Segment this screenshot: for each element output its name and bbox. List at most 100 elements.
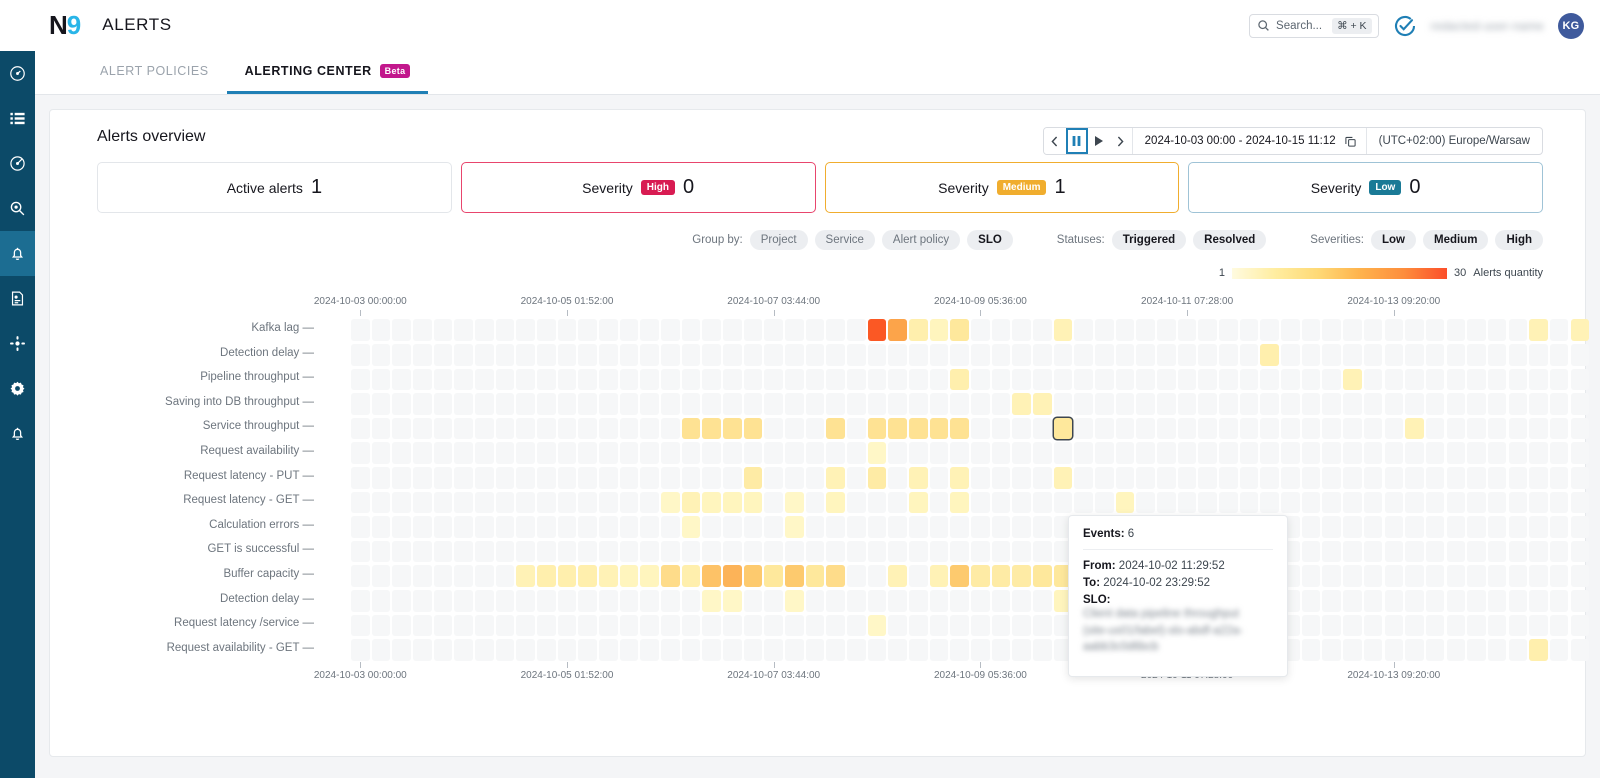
pause-button[interactable] bbox=[1065, 128, 1088, 154]
heatmap-cell-active[interactable] bbox=[909, 417, 928, 440]
heatmap-cell-active[interactable] bbox=[1405, 417, 1424, 440]
heatmap-cell-empty[interactable] bbox=[1487, 466, 1507, 489]
heatmap-cell-empty[interactable] bbox=[826, 614, 845, 637]
heatmap-cell-empty[interactable] bbox=[743, 589, 763, 612]
heatmap-cell-empty[interactable] bbox=[454, 614, 473, 637]
heatmap-cell-empty[interactable] bbox=[805, 589, 825, 612]
heatmap-cell-empty[interactable] bbox=[1343, 343, 1362, 366]
heatmap-cell-empty[interactable] bbox=[681, 368, 701, 391]
heatmap-cell-empty[interactable] bbox=[1570, 466, 1590, 489]
heatmap-cell-empty[interactable] bbox=[971, 319, 990, 341]
heatmap-cell-empty[interactable] bbox=[640, 343, 659, 366]
heatmap-cell-active[interactable] bbox=[723, 589, 742, 612]
heatmap-cell-empty[interactable] bbox=[619, 614, 639, 637]
heatmap-cell-empty[interactable] bbox=[805, 516, 825, 538]
heatmap-cell-empty[interactable] bbox=[475, 368, 494, 391]
heatmap-cell-empty[interactable] bbox=[950, 639, 970, 661]
heatmap-cell-empty[interactable] bbox=[929, 491, 949, 514]
heatmap-cell-empty[interactable] bbox=[1549, 639, 1569, 661]
heatmap-cell-empty[interactable] bbox=[433, 319, 453, 341]
heatmap-cell-empty[interactable] bbox=[1322, 491, 1342, 514]
heatmap-cell-empty[interactable] bbox=[351, 639, 370, 661]
heatmap-cell-empty[interactable] bbox=[929, 516, 949, 538]
heatmap-cell-empty[interactable] bbox=[1425, 343, 1445, 366]
heatmap-cell-empty[interactable] bbox=[619, 368, 639, 391]
heatmap-cell-empty[interactable] bbox=[867, 343, 887, 366]
heatmap-cell-empty[interactable] bbox=[1549, 565, 1569, 587]
heatmap-cell-empty[interactable] bbox=[371, 565, 391, 587]
heatmap-cell-empty[interactable] bbox=[1446, 319, 1466, 341]
heatmap-cell-active[interactable] bbox=[578, 565, 597, 587]
heatmap-cell-empty[interactable] bbox=[1467, 319, 1486, 341]
heatmap-cell-empty[interactable] bbox=[557, 319, 577, 341]
heatmap-cell-empty[interactable] bbox=[537, 442, 556, 464]
heatmap-cell-active[interactable] bbox=[516, 565, 535, 587]
heatmap-cell-empty[interactable] bbox=[1425, 466, 1445, 489]
heatmap-cell-empty[interactable] bbox=[847, 393, 866, 415]
heatmap-cell-empty[interactable] bbox=[1219, 417, 1238, 440]
heatmap-cell-empty[interactable] bbox=[578, 639, 597, 661]
heatmap-cell-empty[interactable] bbox=[1363, 368, 1383, 391]
heatmap-cell-empty[interactable] bbox=[1281, 491, 1300, 514]
heatmap-cell-empty[interactable] bbox=[1157, 319, 1176, 341]
heatmap-cell-empty[interactable] bbox=[1115, 417, 1135, 440]
heatmap-cell-empty[interactable] bbox=[1012, 417, 1032, 440]
heatmap-cell-empty[interactable] bbox=[1157, 442, 1176, 464]
heatmap-cell-empty[interactable] bbox=[723, 393, 742, 415]
heatmap-cell-empty[interactable] bbox=[971, 614, 990, 637]
heatmap-cell-empty[interactable] bbox=[1363, 589, 1383, 612]
heatmap-cell-empty[interactable] bbox=[599, 343, 618, 366]
heatmap-cell-empty[interactable] bbox=[867, 565, 887, 587]
heatmap-cell-empty[interactable] bbox=[1467, 540, 1486, 563]
heatmap-cell-active[interactable] bbox=[909, 466, 928, 489]
heatmap-cell-empty[interactable] bbox=[826, 442, 845, 464]
heatmap-cell-empty[interactable] bbox=[1384, 319, 1404, 341]
heatmap-cell-empty[interactable] bbox=[557, 343, 577, 366]
heatmap-cell-empty[interactable] bbox=[495, 589, 515, 612]
heatmap-cell-empty[interactable] bbox=[537, 393, 556, 415]
heatmap-cell-empty[interactable] bbox=[1322, 343, 1342, 366]
heatmap-cell-active[interactable] bbox=[743, 565, 763, 587]
heatmap-cell-empty[interactable] bbox=[475, 614, 494, 637]
heatmap-cell-empty[interactable] bbox=[1446, 516, 1466, 538]
app-logo[interactable]: N9 bbox=[49, 10, 81, 40]
heatmap-cell-empty[interactable] bbox=[578, 319, 597, 341]
heatmap-cell-empty[interactable] bbox=[1384, 540, 1404, 563]
heatmap-cell-empty[interactable] bbox=[1301, 442, 1321, 464]
next-period-button[interactable] bbox=[1109, 128, 1132, 154]
search-input[interactable]: Search... ⌘ + K bbox=[1249, 13, 1379, 38]
heatmap-cell-empty[interactable] bbox=[1281, 417, 1300, 440]
heatmap-cell-empty[interactable] bbox=[847, 491, 866, 514]
heatmap-cell-empty[interactable] bbox=[640, 417, 659, 440]
heatmap-cell-empty[interactable] bbox=[1301, 614, 1321, 637]
heatmap-cell-empty[interactable] bbox=[537, 589, 556, 612]
heatmap-cell-empty[interactable] bbox=[537, 319, 556, 341]
heatmap-cell-empty[interactable] bbox=[764, 491, 783, 514]
heatmap-cell-empty[interactable] bbox=[351, 319, 370, 341]
heatmap-cell-active[interactable] bbox=[537, 565, 556, 587]
heatmap-cell-empty[interactable] bbox=[1177, 466, 1197, 489]
heatmap-cell-empty[interactable] bbox=[950, 589, 970, 612]
heatmap-cell-empty[interactable] bbox=[1405, 393, 1424, 415]
heatmap-cell-empty[interactable] bbox=[805, 393, 825, 415]
summary-card-active-alerts[interactable]: Active alerts 1 bbox=[97, 162, 452, 213]
heatmap-cell-empty[interactable] bbox=[1281, 466, 1300, 489]
heatmap-cell-active[interactable] bbox=[1012, 565, 1032, 587]
heatmap-cell-empty[interactable] bbox=[1012, 540, 1032, 563]
heatmap-cell-empty[interactable] bbox=[847, 516, 866, 538]
heatmap-cell-empty[interactable] bbox=[661, 540, 680, 563]
heatmap-cell-empty[interactable] bbox=[1425, 639, 1445, 661]
heatmap-cell-empty[interactable] bbox=[847, 639, 866, 661]
heatmap-cell-active[interactable] bbox=[681, 516, 701, 538]
heatmap-cell-empty[interactable] bbox=[557, 639, 577, 661]
heatmap-cell-active[interactable] bbox=[888, 319, 907, 341]
heatmap-cell-empty[interactable] bbox=[1549, 614, 1569, 637]
heatmap-cell-empty[interactable] bbox=[537, 343, 556, 366]
heatmap-cell-empty[interactable] bbox=[1487, 368, 1507, 391]
group-by-chip-service[interactable]: Service bbox=[814, 230, 875, 250]
heatmap-cell-empty[interactable] bbox=[1446, 343, 1466, 366]
heatmap-cell-empty[interactable] bbox=[1198, 368, 1218, 391]
heatmap-cell-empty[interactable] bbox=[1405, 343, 1424, 366]
heatmap-cell-empty[interactable] bbox=[599, 393, 618, 415]
heatmap-cell-empty[interactable] bbox=[599, 417, 618, 440]
